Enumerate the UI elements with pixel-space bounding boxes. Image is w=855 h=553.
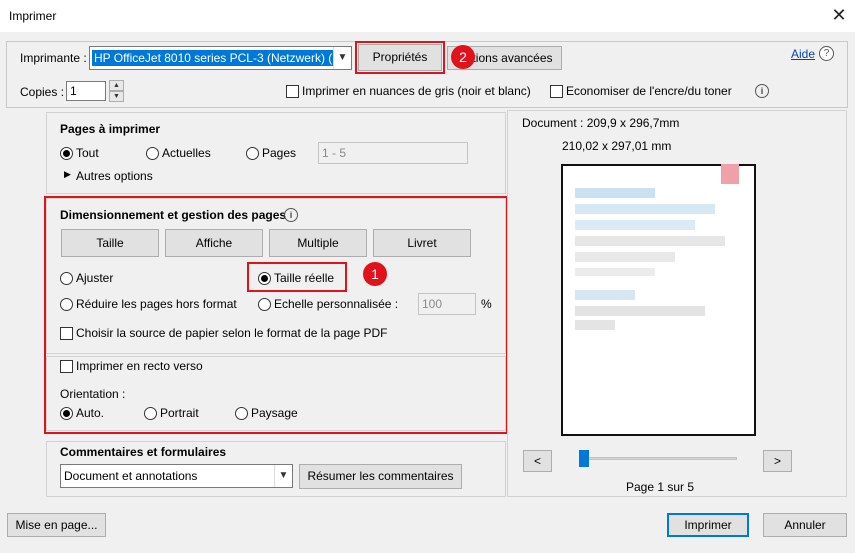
next-page-button[interactable]: > — [763, 450, 792, 472]
page-slider-track[interactable] — [579, 457, 737, 460]
radio-all-label: Tout — [76, 146, 99, 160]
page-setup-button[interactable]: Mise en page... — [7, 513, 106, 537]
printer-select[interactable]: HP OfficeJet 8010 series PCL-3 (Netzwerk… — [89, 46, 352, 70]
properties-button[interactable]: Propriétés — [358, 44, 442, 71]
preview-blur — [575, 188, 655, 198]
help-link[interactable]: Aide — [791, 47, 815, 61]
expand-arrow-icon[interactable]: ▶ — [64, 169, 71, 180]
annotation-badge-2: 2 — [451, 45, 475, 69]
info-icon[interactable]: i — [755, 84, 769, 98]
preview-blur — [575, 306, 705, 316]
pages-range-input[interactable]: 1 - 5 — [318, 142, 468, 164]
print-button[interactable]: Imprimer — [667, 513, 749, 537]
chevron-down-icon: ▼ — [274, 465, 292, 487]
copies-label: Copies : — [20, 85, 65, 99]
comments-select[interactable]: Document et annotations ▼ — [60, 464, 293, 488]
preview-blur — [575, 320, 615, 330]
summarize-comments-button[interactable]: Résumer les commentaires — [299, 464, 462, 489]
printer-label: Imprimante : — [20, 51, 87, 65]
title-bar — [0, 0, 855, 32]
save-ink-checkbox[interactable] — [550, 85, 563, 98]
grayscale-checkbox[interactable] — [286, 85, 299, 98]
page-preview — [561, 164, 756, 436]
close-icon[interactable]: ✕ — [829, 4, 849, 26]
radio-pages[interactable] — [246, 147, 259, 160]
preview-blur — [575, 236, 725, 246]
help-icon[interactable]: ? — [819, 46, 834, 61]
preview-blur — [575, 220, 695, 230]
document-size: Document : 209,9 x 296,7mm — [522, 116, 680, 130]
copies-down-icon[interactable]: ▼ — [109, 91, 124, 102]
preview-blur — [575, 204, 715, 214]
save-ink-label: Economiser de l'encre/du toner — [566, 84, 732, 98]
preview-blur — [575, 290, 635, 300]
page-slider-thumb[interactable] — [579, 450, 589, 467]
preview-blur — [575, 268, 655, 276]
window-title: Imprimer — [9, 9, 57, 23]
highlight-sizing-section — [44, 196, 508, 434]
printer-selected-value: HP OfficeJet 8010 series PCL-3 (Netzwerk… — [92, 50, 334, 66]
preview-blur — [721, 164, 739, 184]
copies-input[interactable]: 1 — [66, 81, 106, 101]
preview-blur — [575, 252, 675, 262]
paper-size: 210,02 x 297,01 mm — [562, 139, 672, 153]
cancel-button[interactable]: Annuler — [763, 513, 847, 537]
comments-selected-value: Document et annotations — [64, 469, 198, 483]
radio-current[interactable] — [146, 147, 159, 160]
prev-page-button[interactable]: < — [523, 450, 552, 472]
more-options-label[interactable]: Autres options — [76, 169, 153, 183]
copies-up-icon[interactable]: ▲ — [109, 80, 124, 91]
radio-current-label: Actuelles — [162, 146, 211, 160]
page-indicator: Page 1 sur 5 — [626, 480, 695, 494]
radio-pages-label: Pages — [262, 146, 297, 160]
comments-title: Commentaires et formulaires — [60, 445, 227, 459]
grayscale-label: Imprimer en nuances de gris (noir et bla… — [302, 84, 531, 98]
pages-title: Pages à imprimer — [60, 122, 161, 136]
radio-all[interactable] — [60, 147, 73, 160]
chevron-down-icon: ▼ — [333, 47, 351, 69]
